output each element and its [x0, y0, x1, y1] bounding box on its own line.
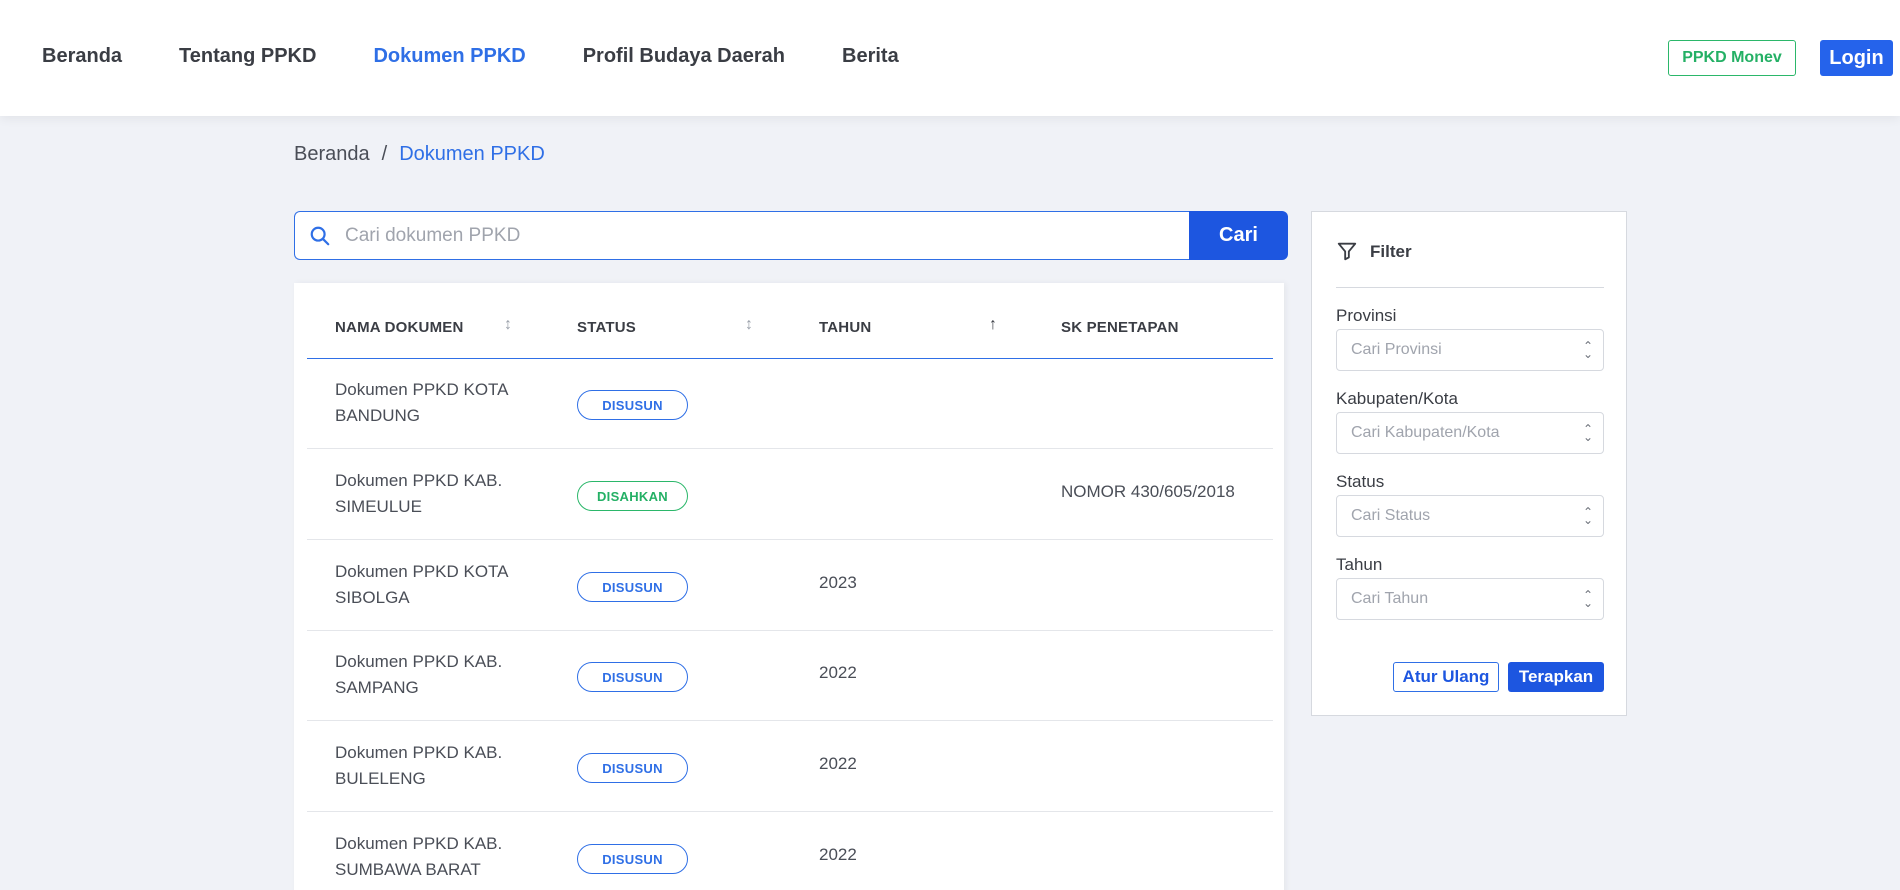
sort-icon[interactable]: ↕ — [504, 316, 512, 334]
table-row[interactable]: Dokumen PPKD KAB. SAMPANG DISUSUN 2022 — [307, 631, 1273, 721]
nav-item-berita[interactable]: Berita — [842, 45, 899, 68]
filter-label-tahun: Tahun — [1336, 555, 1383, 574]
chevron-updown-icon: ⌃ ⌄ — [1582, 339, 1593, 361]
reset-button[interactable]: Atur Ulang — [1393, 662, 1499, 692]
search-button[interactable]: Cari — [1189, 211, 1288, 260]
provinsi-select-placeholder: Cari Provinsi — [1351, 341, 1442, 358]
filter-label-status: Status — [1336, 472, 1385, 491]
filter-panel: Filter Provinsi Cari Provinsi ⌃ ⌄ Kabupat… — [1311, 211, 1627, 716]
table-row[interactable]: Dokumen PPKD KAB. BULELENG DISUSUN 2022 — [307, 722, 1273, 812]
table-row[interactable]: Dokumen PPKD KOTA BANDUNG DISUSUN — [307, 359, 1273, 449]
login-button[interactable]: Login — [1820, 40, 1893, 76]
kabupaten-kota-select[interactable]: Cari Kabupaten/Kota ⌃ ⌄ — [1336, 412, 1604, 454]
document-year: 2022 — [819, 845, 857, 864]
document-name[interactable]: Dokumen PPKD KOTA SIBOLGA — [335, 559, 535, 611]
kabupaten-kota-select-placeholder: Cari Kabupaten/Kota — [1351, 424, 1500, 441]
table-row[interactable]: Dokumen PPKD KOTA SIBOLGA DISUSUN 2023 — [307, 541, 1273, 631]
filter-title: Filter — [1370, 242, 1412, 261]
column-header-status[interactable]: STATUS — [577, 319, 636, 336]
filter-header: Filter — [1336, 238, 1604, 288]
search-icon — [295, 225, 345, 247]
document-name[interactable]: Dokumen PPKD KAB. SAMPANG — [335, 649, 535, 701]
nav-item-profil-budaya-daerah[interactable]: Profil Budaya Daerah — [583, 45, 785, 68]
ppkd-monev-button[interactable]: PPKD Monev — [1668, 40, 1796, 76]
chevron-updown-icon: ⌃ ⌄ — [1582, 588, 1593, 610]
column-header-nama-dokumen[interactable]: NAMA DOKUMEN — [335, 319, 464, 336]
nav-item-tentang-ppkd[interactable]: Tentang PPKD — [179, 45, 316, 68]
provinsi-select[interactable]: Cari Provinsi ⌃ ⌄ — [1336, 329, 1604, 371]
document-year: 2022 — [819, 663, 857, 682]
filter-icon — [1336, 240, 1358, 267]
table-row[interactable]: Dokumen PPKD KAB. SIMEULUE DISAHKAN NOMOR… — [307, 450, 1273, 540]
breadcrumb-current: Dokumen PPKD — [399, 143, 545, 165]
main-nav: Beranda Tentang PPKD Dokumen PPKD Profil… — [42, 45, 956, 68]
nav-item-dokumen-ppkd[interactable]: Dokumen PPKD — [373, 45, 525, 68]
top-navbar: Beranda Tentang PPKD Dokumen PPKD Profil… — [0, 0, 1900, 116]
sort-icon[interactable]: ↕ — [745, 316, 753, 334]
column-header-tahun[interactable]: TAHUN — [819, 319, 871, 336]
tahun-select-placeholder: Cari Tahun — [1351, 590, 1429, 607]
status-badge: DISUSUN — [577, 390, 688, 420]
search-bar — [294, 211, 1189, 260]
status-badge: DISUSUN — [577, 662, 688, 692]
document-year: 2023 — [819, 573, 857, 592]
search-input[interactable] — [345, 224, 1165, 247]
document-name[interactable]: Dokumen PPKD KAB. SIMEULUE — [335, 468, 535, 520]
document-name[interactable]: Dokumen PPKD KAB. SUMBAWA BARAT — [335, 831, 535, 883]
document-name[interactable]: Dokumen PPKD KOTA BANDUNG — [335, 377, 535, 429]
table-header: NAMA DOKUMEN ↕ STATUS ↕ TAHUN ↑ SK PENET… — [307, 283, 1273, 359]
breadcrumb: Beranda / Dokumen PPKD — [294, 143, 545, 166]
chevron-updown-icon: ⌃ ⌄ — [1582, 505, 1593, 527]
filter-label-kabupaten-kota: Kabupaten/Kota — [1336, 389, 1458, 408]
status-select-placeholder: Cari Status — [1351, 507, 1431, 524]
tahun-select[interactable]: Cari Tahun ⌃ ⌄ — [1336, 578, 1604, 620]
table-row[interactable]: Dokumen PPKD KAB. SUMBAWA BARAT DISUSUN 2… — [307, 813, 1273, 890]
apply-button[interactable]: Terapkan — [1508, 662, 1604, 692]
document-year: 2022 — [819, 754, 857, 773]
status-badge: DISUSUN — [577, 844, 688, 874]
document-name[interactable]: Dokumen PPKD KAB. BULELENG — [335, 740, 535, 792]
status-badge: DISUSUN — [577, 753, 688, 783]
column-header-sk-penetapan: SK PENETAPAN — [1061, 319, 1179, 336]
document-sk: NOMOR 430/605/2018 — [1061, 482, 1235, 501]
status-badge: DISAHKAN — [577, 481, 688, 511]
filter-label-provinsi: Provinsi — [1336, 306, 1397, 325]
documents-table: NAMA DOKUMEN ↕ STATUS ↕ TAHUN ↑ SK PENET… — [294, 283, 1284, 890]
sort-ascending-icon[interactable]: ↑ — [989, 316, 997, 334]
nav-item-beranda[interactable]: Beranda — [42, 45, 122, 68]
breadcrumb-home[interactable]: Beranda — [294, 143, 370, 166]
status-badge: DISUSUN — [577, 572, 688, 602]
chevron-updown-icon: ⌃ ⌄ — [1582, 422, 1593, 444]
breadcrumb-separator: / — [381, 143, 388, 165]
status-select[interactable]: Cari Status ⌃ ⌄ — [1336, 495, 1604, 537]
